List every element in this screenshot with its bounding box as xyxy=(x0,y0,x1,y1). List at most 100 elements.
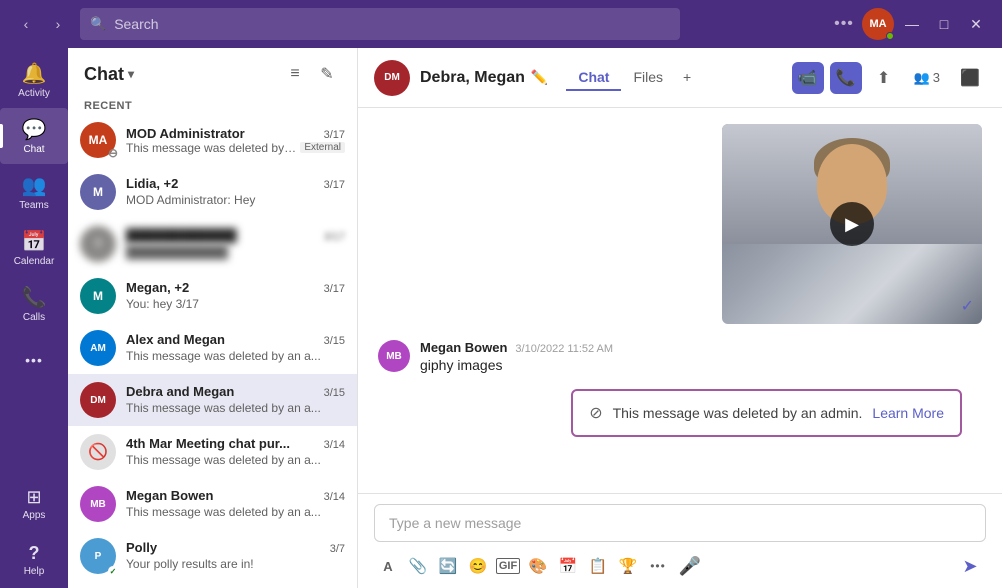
emoji-button[interactable]: 😊 xyxy=(464,552,492,580)
user-avatar[interactable]: MA xyxy=(862,8,894,40)
list-item[interactable]: AM Alex and Megan 3/15 This message was … xyxy=(68,322,357,374)
sidebar-nav: 🔔 Activity 💬 Chat 👥 Teams 📅 Calendar 📞 C… xyxy=(0,48,68,588)
meet-button[interactable]: 📅 xyxy=(554,552,582,580)
search-bar[interactable]: 🔍 xyxy=(80,8,680,40)
message-time: 3/10/2022 11:52 AM xyxy=(515,343,613,355)
praise-button[interactable]: 🏆 xyxy=(614,552,642,580)
calendar-icon: 📅 xyxy=(22,229,47,254)
tab-files[interactable]: Files xyxy=(621,65,675,91)
back-button[interactable]: ‹ xyxy=(12,10,40,38)
chat-item-content: Alex and Megan 3/15 This message was del… xyxy=(126,332,345,365)
avatar: M xyxy=(80,174,116,210)
sidebar-item-calendar[interactable]: 📅 Calendar xyxy=(0,220,68,276)
loop-button[interactable]: 🔄 xyxy=(434,552,462,580)
list-item[interactable]: MA ⊖ MOD Administrator 3/17 This message… xyxy=(68,114,357,166)
chat-header-actions: 📹 📞 ⬆ 👥 3 ⬛ xyxy=(792,62,986,94)
chat-item-content: Debra and Megan 3/15 This message was de… xyxy=(126,384,345,417)
audio-call-button[interactable]: 📞 xyxy=(830,62,862,94)
participants-button[interactable]: 👥 3 xyxy=(906,66,948,90)
avatar: AM xyxy=(80,330,116,366)
video-thumbnail[interactable]: ▶ ✓ xyxy=(722,124,982,324)
schedule-button[interactable]: 📋 xyxy=(584,552,612,580)
message-input[interactable]: Type a new message xyxy=(374,504,986,542)
forward-button[interactable]: › xyxy=(44,10,72,38)
chat-item-time: 3/17 xyxy=(324,283,345,295)
format-icon: A xyxy=(383,559,392,574)
chat-list-actions: ≡ ✎ xyxy=(281,60,341,88)
titlebar: ‹ › 🔍 ••• MA — □ ✕ xyxy=(0,0,1002,48)
tab-add-button[interactable]: + xyxy=(675,65,699,91)
message-toolbar: A 📎 🔄 😊 GIF 🎨 📅 xyxy=(374,548,986,584)
share-screen-button[interactable]: ⬆ xyxy=(868,62,900,94)
chat-item-content: MOD Administrator 3/17 This message was … xyxy=(126,126,345,155)
send-button[interactable]: ➤ xyxy=(954,550,986,582)
deleted-text: This message was deleted by an admin. xyxy=(613,405,863,421)
recent-label: Recent xyxy=(68,96,357,114)
check-icon: ✓ xyxy=(961,296,974,316)
list-item[interactable]: P ✓ Polly 3/7 Your polly results are in! xyxy=(68,530,357,582)
sidebar-item-chat[interactable]: 💬 Chat xyxy=(0,108,68,164)
main-layout: 🔔 Activity 💬 Chat 👥 Teams 📅 Calendar 📞 C… xyxy=(0,48,1002,588)
list-item[interactable]: MB Megan Bowen 3/14 This message was del… xyxy=(68,478,357,530)
list-item[interactable]: 🚫 4th Mar Meeting chat pur... 3/14 This … xyxy=(68,426,357,478)
activity-label: Activity xyxy=(18,88,50,99)
sidebar-item-apps[interactable]: ⊞ Apps xyxy=(0,476,68,532)
chat-item-content: Polly 3/7 Your polly results are in! xyxy=(126,540,345,573)
chat-item-preview: This message was deleted by an a... xyxy=(126,349,321,363)
sticker-button[interactable]: 🎨 xyxy=(524,552,552,580)
gif-button[interactable]: GIF xyxy=(494,552,522,580)
avatar: MA ⊖ xyxy=(80,122,116,158)
filter-button[interactable]: ≡ xyxy=(281,60,309,88)
list-item[interactable]: M Lidia, +2 3/17 MOD Administrator: Hey xyxy=(68,166,357,218)
more-options-button[interactable]: ••• xyxy=(830,10,858,38)
more-actions-button[interactable]: ⬛ xyxy=(954,62,986,94)
maximize-button[interactable]: □ xyxy=(930,10,958,38)
list-item[interactable]: DM Debra and Megan 3/15 This message was… xyxy=(68,374,357,426)
tab-chat[interactable]: Chat xyxy=(566,65,621,91)
chat-item-preview: You: hey 3/17 xyxy=(126,297,199,311)
chat-item-name: Megan Bowen xyxy=(126,488,213,503)
sidebar-item-more[interactable]: ••• xyxy=(0,332,68,388)
edit-icon[interactable]: ✏️ xyxy=(531,69,548,86)
chat-icon: 💬 xyxy=(22,117,47,142)
message-author: Megan Bowen xyxy=(420,340,507,355)
chat-item-name: ████████████ xyxy=(126,228,237,243)
message-body: giphy images xyxy=(420,357,982,373)
list-item[interactable]: M Megan, +2 3/17 You: hey 3/17 xyxy=(68,270,357,322)
chat-item-name: MOD Administrator xyxy=(126,126,245,141)
list-item[interactable]: ? ████████████ 3/17 ████████████ xyxy=(68,218,357,270)
chat-item-name: Alex and Megan xyxy=(126,332,225,347)
search-input[interactable] xyxy=(114,16,670,32)
chat-item-preview: Your polly results are in! xyxy=(126,557,254,571)
chat-list-header: Chat ▾ ≡ ✎ xyxy=(68,48,357,96)
emoji-icon: 😊 xyxy=(469,557,488,575)
chat-item-content: ████████████ 3/17 ████████████ xyxy=(126,228,345,261)
chat-item-time: 3/7 xyxy=(330,543,345,555)
attach-button[interactable]: 📎 xyxy=(404,552,432,580)
chat-item-time: 3/15 xyxy=(324,387,345,399)
sidebar-item-activity[interactable]: 🔔 Activity xyxy=(0,52,68,108)
format-button[interactable]: A xyxy=(374,552,402,580)
more-toolbar-button[interactable]: ••• xyxy=(644,552,672,580)
help-label: Help xyxy=(24,566,45,577)
close-button[interactable]: ✕ xyxy=(962,10,990,38)
audio-message-button[interactable]: 🎤 xyxy=(674,550,706,582)
help-icon: ? xyxy=(29,543,40,564)
chat-item-preview: This message was deleted by an a... xyxy=(126,401,321,415)
video-icon: 📹 xyxy=(798,68,818,88)
message-content: Megan Bowen 3/10/2022 11:52 AM giphy ima… xyxy=(420,340,982,373)
sidebar-item-help[interactable]: ? Help xyxy=(0,532,68,588)
sidebar-item-teams[interactable]: 👥 Teams xyxy=(0,164,68,220)
avatar: 🚫 xyxy=(80,434,116,470)
praise-icon: 🏆 xyxy=(619,557,638,575)
more-icon: ••• xyxy=(25,352,43,368)
avatar: P ✓ xyxy=(80,538,116,574)
chat-panel-title[interactable]: Chat ▾ xyxy=(84,64,134,85)
sidebar-item-calls[interactable]: 📞 Calls xyxy=(0,276,68,332)
minimize-button[interactable]: — xyxy=(898,10,926,38)
new-chat-button[interactable]: ✎ xyxy=(313,60,341,88)
learn-more-link[interactable]: Learn More xyxy=(872,405,944,421)
video-call-button[interactable]: 📹 xyxy=(792,62,824,94)
play-button[interactable]: ▶ xyxy=(830,202,874,246)
chat-messages: ▶ ✓ MB Megan Bowen 3/10/2022 11:52 AM gi… xyxy=(358,108,1002,493)
